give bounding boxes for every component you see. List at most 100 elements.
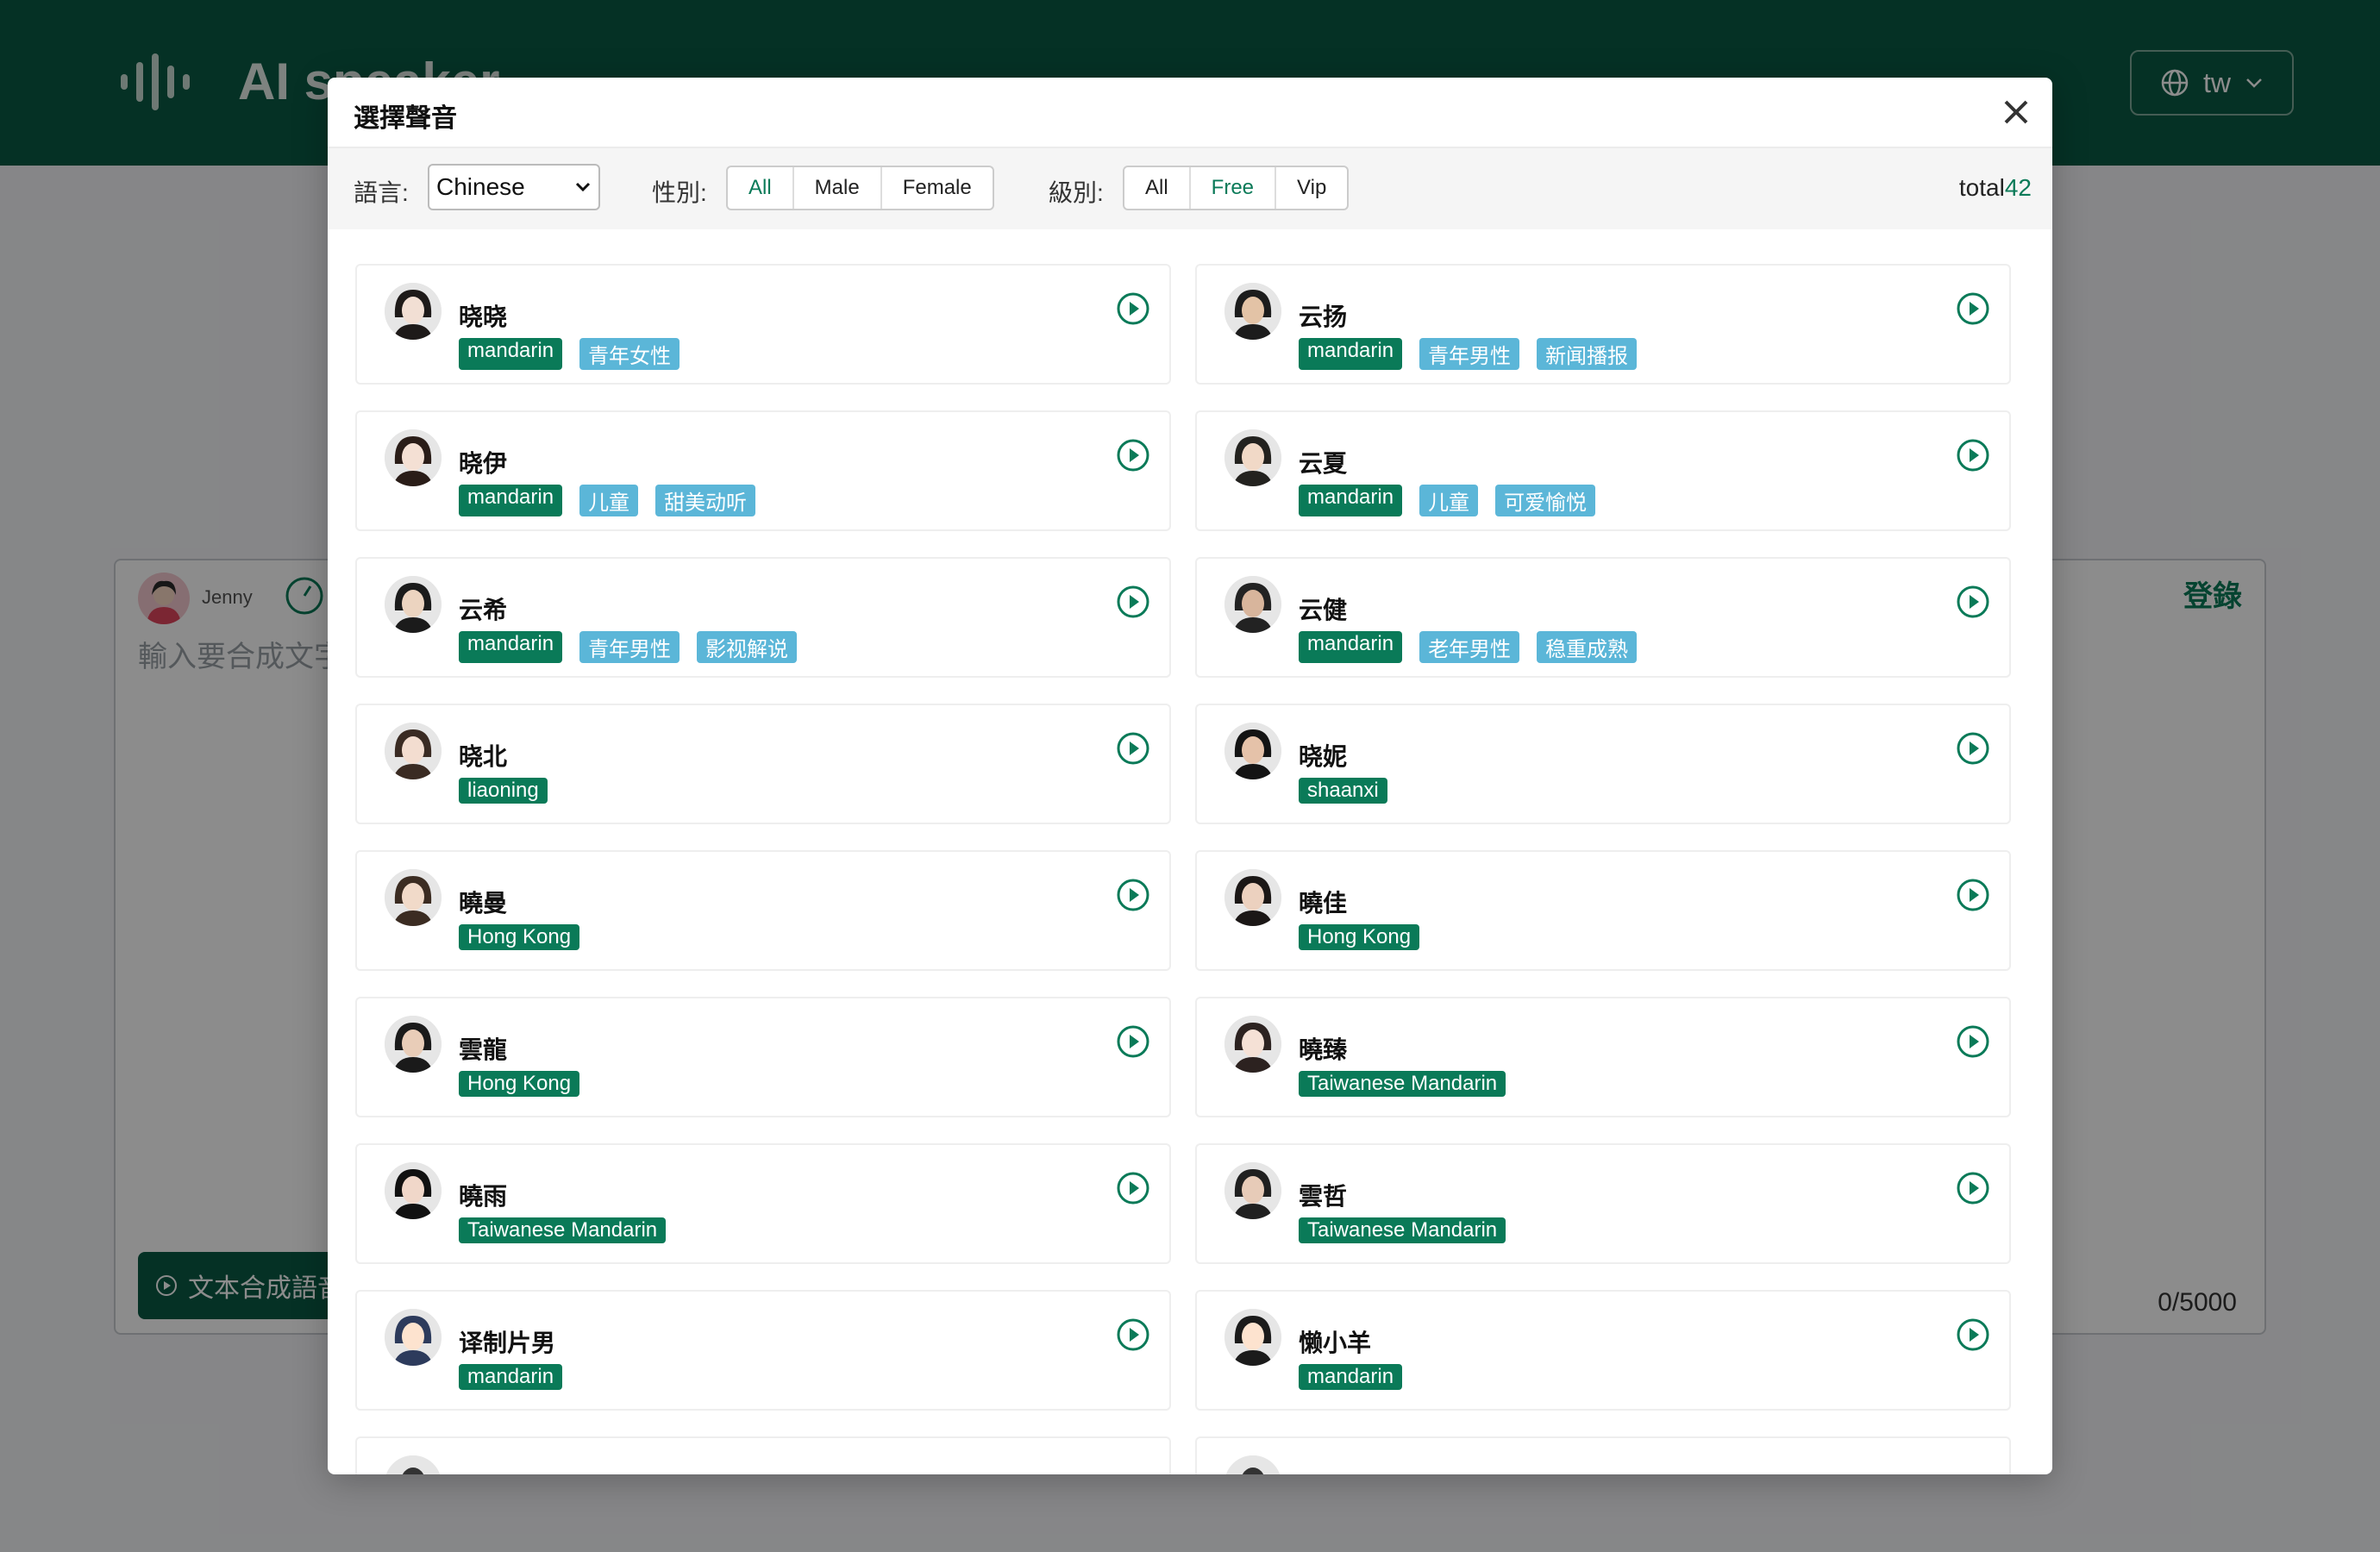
- play-preview-icon[interactable]: [1956, 1317, 1990, 1352]
- voice-card[interactable]: 云健 mandarin 老年男性 稳重成熟: [1195, 557, 2011, 678]
- play-preview-icon[interactable]: [1956, 878, 1990, 912]
- voice-tags: mandarin 青年女性: [459, 338, 680, 370]
- voice-avatar: [385, 283, 442, 340]
- gender-filter: All Male Female: [726, 166, 994, 210]
- voice-card[interactable]: 晓伊 mandarin 儿童 甜美动听: [355, 410, 1171, 531]
- style-tag: 甜美动听: [655, 485, 756, 516]
- gender-option-all[interactable]: All: [728, 167, 794, 209]
- voice-avatar: [1224, 1016, 1281, 1073]
- play-preview-icon[interactable]: [1116, 438, 1150, 472]
- region-tag: mandarin: [1299, 1364, 1403, 1390]
- style-tag: 影视解说: [697, 631, 798, 663]
- voice-card[interactable]: 曉臻 Taiwanese Mandarin: [1195, 997, 2011, 1117]
- region-tag: mandarin: [459, 1364, 563, 1390]
- filter-bar: 語言: Chinese 性別: All Male Female 級別: All …: [328, 148, 2052, 229]
- voice-name: 晓伊: [459, 450, 508, 477]
- voice-name: 懒小羊: [1299, 1330, 1372, 1356]
- play-preview-icon[interactable]: [1956, 1024, 1990, 1059]
- style-tag: 儿童: [1419, 485, 1479, 516]
- play-preview-icon[interactable]: [1956, 1171, 1990, 1205]
- voice-card[interactable]: 曉佳 Hong Kong: [1195, 850, 2011, 971]
- level-option-vip[interactable]: Vip: [1276, 167, 1347, 209]
- voice-avatar: [1224, 1162, 1281, 1219]
- voice-card[interactable]: 云扬 mandarin 青年男性 新闻播报: [1195, 264, 2011, 385]
- voice-name: 云扬: [1299, 304, 1348, 330]
- region-tag: mandarin: [1299, 631, 1403, 663]
- voice-card[interactable]: 懒小羊 mandarin: [1195, 1290, 2011, 1411]
- voice-card-partial[interactable]: [1195, 1436, 2011, 1474]
- region-tag: shaanxi: [1299, 778, 1387, 804]
- voice-name: 曉佳: [1299, 890, 1348, 917]
- play-preview-icon[interactable]: [1116, 291, 1150, 326]
- style-tag: 新闻播报: [1537, 338, 1638, 370]
- play-preview-icon[interactable]: [1116, 878, 1150, 912]
- style-tag: 可爱愉悦: [1495, 485, 1596, 516]
- voice-card[interactable]: 译制片男 mandarin: [355, 1290, 1171, 1411]
- voice-card[interactable]: 晓北 liaoning: [355, 704, 1171, 824]
- voice-avatar: [1224, 1309, 1281, 1366]
- region-tag: mandarin: [459, 631, 563, 663]
- voice-avatar: [1224, 429, 1281, 486]
- voice-name: 曉曼: [459, 890, 508, 917]
- play-preview-icon[interactable]: [1116, 1171, 1150, 1205]
- voice-avatar: [1224, 1455, 1281, 1474]
- voice-card[interactable]: 云夏 mandarin 儿童 可爱愉悦: [1195, 410, 2011, 531]
- voice-tags: mandarin 青年男性 影视解说: [459, 631, 798, 663]
- style-tag: 儿童: [579, 485, 639, 516]
- voice-select-modal: 選擇聲音 語言: Chinese 性別: All Male Female 級別:…: [328, 78, 2052, 1474]
- voice-card[interactable]: 曉曼 Hong Kong: [355, 850, 1171, 971]
- voice-avatar: [1224, 869, 1281, 926]
- voice-tags: Taiwanese Mandarin: [1299, 1217, 1506, 1243]
- region-tag: Hong Kong: [459, 1071, 580, 1097]
- language-label: 語言:: [354, 179, 409, 206]
- play-preview-icon[interactable]: [1956, 731, 1990, 766]
- modal-header: 選擇聲音: [328, 78, 2052, 148]
- region-tag: Taiwanese Mandarin: [1299, 1071, 1506, 1097]
- total-value: 42: [2004, 174, 2032, 201]
- voice-tags: Hong Kong: [1299, 924, 1420, 950]
- voice-name: 译制片男: [459, 1330, 556, 1356]
- voice-card[interactable]: 晓晓 mandarin 青年女性: [355, 264, 1171, 385]
- voice-card-partial[interactable]: [355, 1436, 1171, 1474]
- voice-card[interactable]: 雲哲 Taiwanese Mandarin: [1195, 1143, 2011, 1264]
- voice-name: 雲龍: [459, 1036, 508, 1063]
- modal-title: 選擇聲音: [354, 104, 457, 133]
- play-preview-icon[interactable]: [1116, 1317, 1150, 1352]
- voice-tags: liaoning: [459, 778, 548, 804]
- voice-card[interactable]: 云希 mandarin 青年男性 影视解说: [355, 557, 1171, 678]
- play-preview-icon[interactable]: [1116, 585, 1150, 619]
- gender-option-male[interactable]: Male: [794, 167, 882, 209]
- voice-name: 曉雨: [459, 1183, 508, 1210]
- style-tag: 老年男性: [1419, 631, 1520, 663]
- play-preview-icon[interactable]: [1956, 585, 1990, 619]
- play-preview-icon[interactable]: [1116, 1024, 1150, 1059]
- region-tag: Taiwanese Mandarin: [1299, 1217, 1506, 1243]
- level-option-free[interactable]: Free: [1191, 167, 1277, 209]
- voice-tags: mandarin: [459, 1364, 563, 1390]
- region-tag: mandarin: [459, 485, 563, 516]
- play-preview-icon[interactable]: [1116, 731, 1150, 766]
- voice-card[interactable]: 晓妮 shaanxi: [1195, 704, 2011, 824]
- voice-name: 云希: [459, 597, 508, 623]
- voice-tags: Hong Kong: [459, 1071, 580, 1097]
- voice-card[interactable]: 曉雨 Taiwanese Mandarin: [355, 1143, 1171, 1264]
- voice-avatar: [385, 1162, 442, 1219]
- voice-card[interactable]: 雲龍 Hong Kong: [355, 997, 1171, 1117]
- language-select[interactable]: Chinese: [428, 164, 600, 210]
- total-label: total: [1958, 174, 2005, 201]
- style-tag: 青年男性: [1419, 338, 1520, 370]
- level-option-all[interactable]: All: [1124, 167, 1191, 209]
- play-preview-icon[interactable]: [1956, 291, 1990, 326]
- level-filter: All Free Vip: [1123, 166, 1350, 210]
- voice-tags: Hong Kong: [459, 924, 580, 950]
- voice-avatar: [385, 1455, 442, 1474]
- close-icon[interactable]: [1999, 95, 2033, 129]
- voice-list: 晓晓 mandarin 青年女性 云扬 mandarin 青年男性 新闻播报 晓伊 mandar…: [328, 229, 2052, 1474]
- play-preview-icon[interactable]: [1956, 438, 1990, 472]
- gender-label: 性別:: [652, 179, 707, 206]
- voice-avatar: [385, 723, 442, 779]
- voice-tags: Taiwanese Mandarin: [459, 1217, 667, 1243]
- gender-option-female[interactable]: Female: [882, 167, 993, 209]
- region-tag: Taiwanese Mandarin: [459, 1217, 667, 1243]
- voice-tags: mandarin: [1299, 1364, 1403, 1390]
